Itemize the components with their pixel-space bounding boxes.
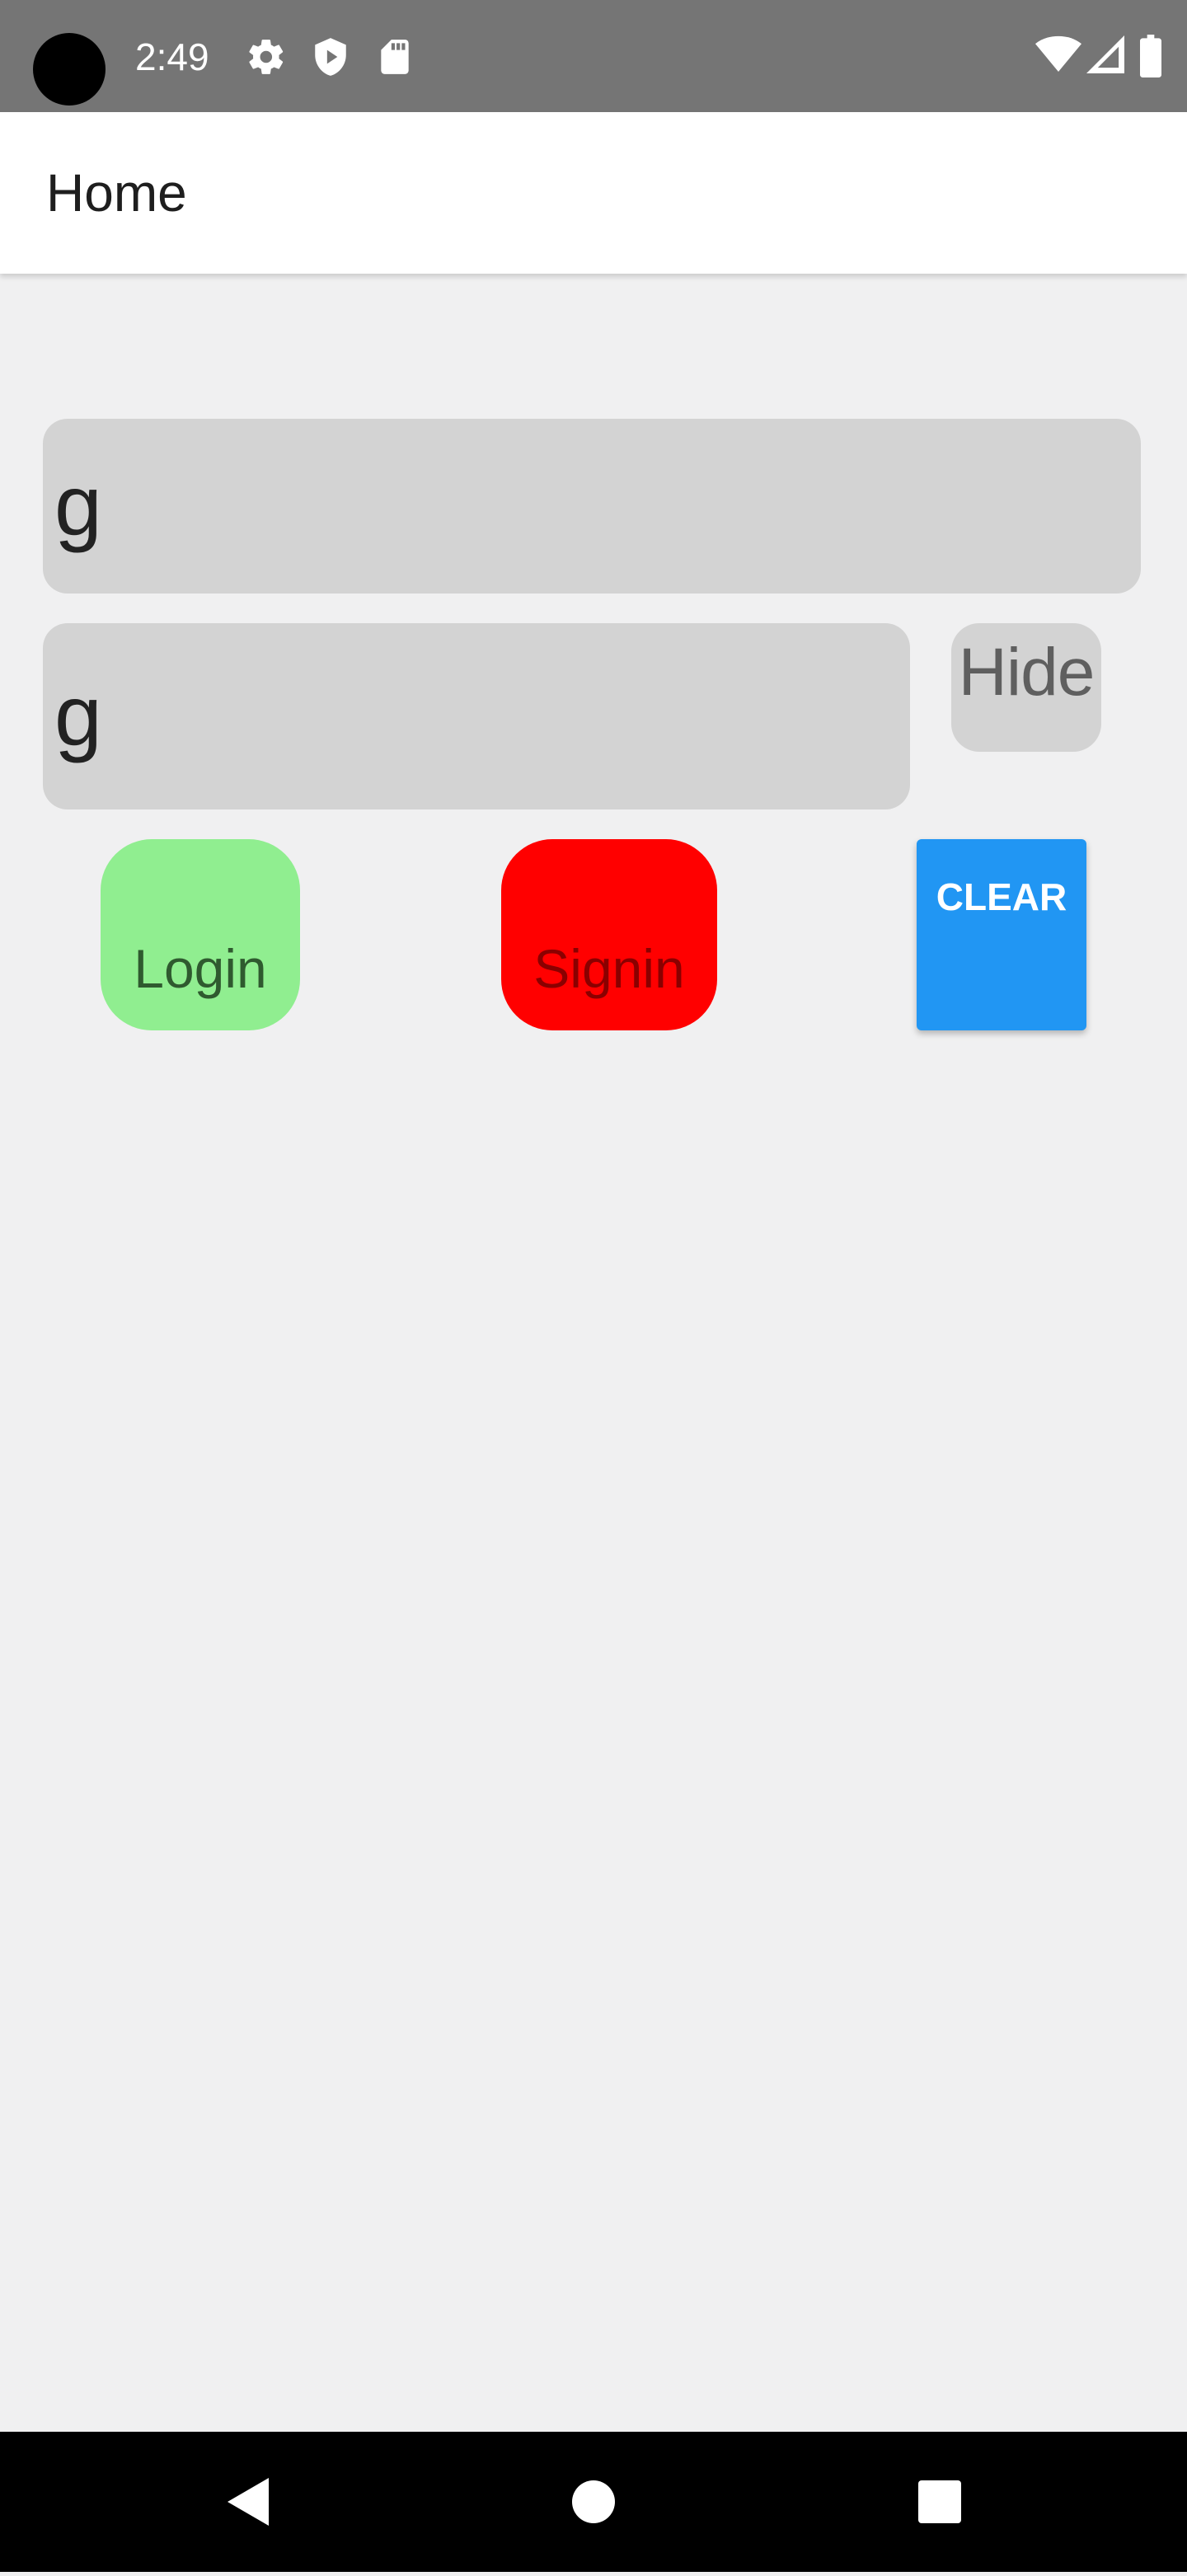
- password-field-value: g: [54, 668, 102, 764]
- page-title: Home: [46, 163, 187, 223]
- back-icon[interactable]: [216, 2432, 282, 2572]
- status-time: 2:49: [135, 35, 209, 78]
- login-button[interactable]: Login: [101, 839, 300, 1030]
- wifi-icon: [1035, 35, 1081, 77]
- sd-card-icon: [374, 36, 415, 77]
- navigation-bar: [0, 2432, 1187, 2572]
- status-bar: 2:49: [0, 0, 1187, 112]
- battery-icon: [1139, 35, 1166, 77]
- clear-button[interactable]: CLEAR: [917, 839, 1086, 1030]
- username-field[interactable]: g: [43, 419, 1141, 594]
- recents-icon[interactable]: [907, 2432, 973, 2572]
- signin-button[interactable]: Signin: [501, 839, 717, 1030]
- cell-signal-icon: [1086, 35, 1124, 77]
- home-icon[interactable]: [561, 2432, 626, 2572]
- camera-cutout: [33, 33, 106, 106]
- app-bar: Home: [0, 112, 1187, 274]
- shield-icon: [310, 36, 351, 77]
- hide-password-button[interactable]: Hide: [951, 623, 1101, 752]
- username-field-value: g: [54, 457, 102, 554]
- password-field[interactable]: g: [43, 623, 910, 809]
- gear-icon: [246, 36, 287, 77]
